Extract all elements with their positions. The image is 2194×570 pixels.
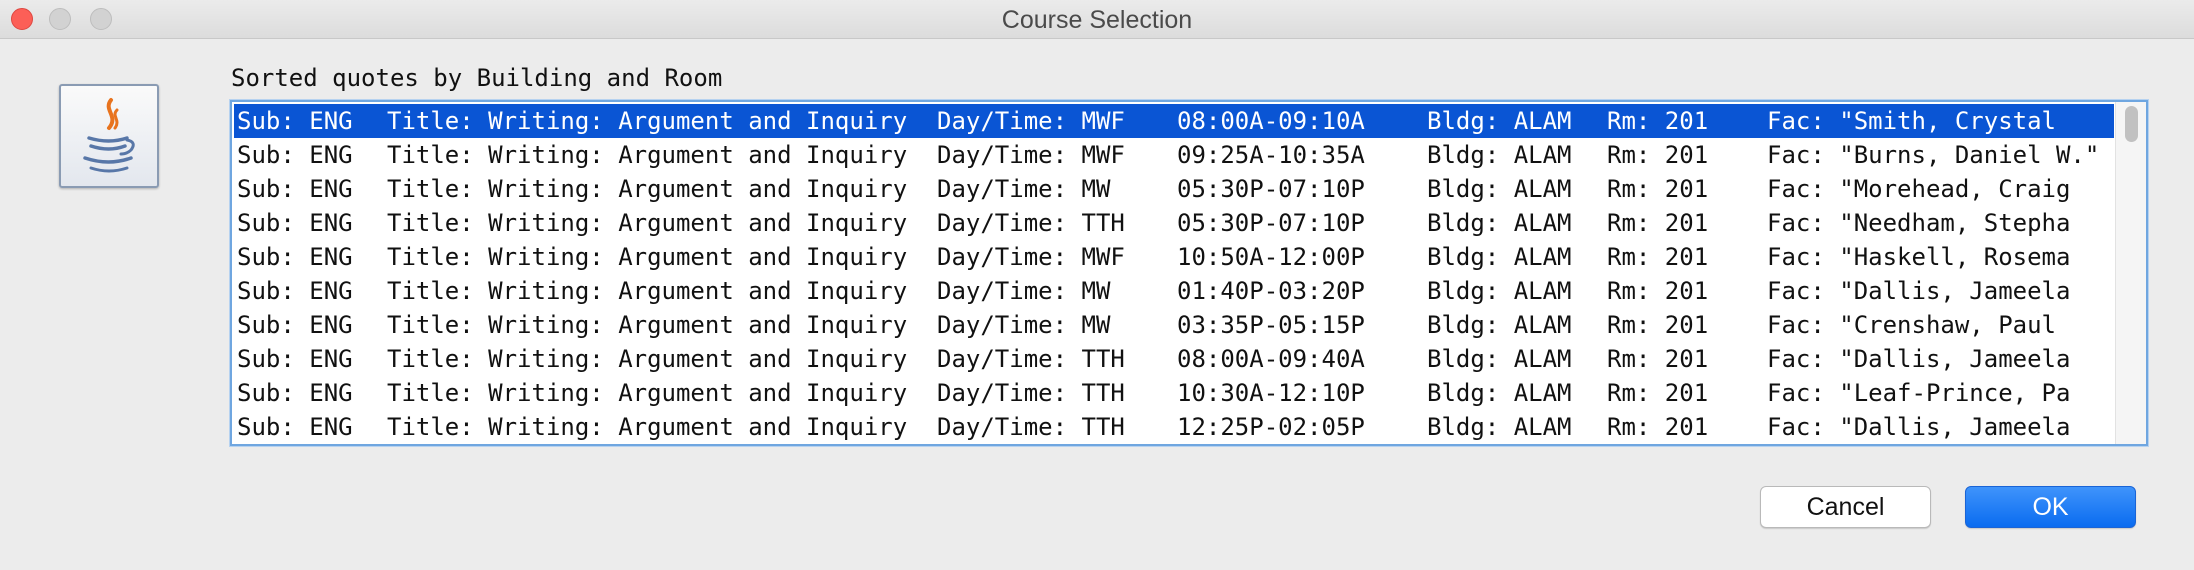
course-list-item[interactable]: Sub: ENG Title: Writing: Argument and Inq… (234, 376, 2114, 410)
course-sub-cell: Sub: ENG (237, 243, 353, 271)
course-sub-cell: Sub: ENG (237, 379, 353, 407)
course-bldg-cell: Bldg: ALAM (1427, 209, 1572, 237)
course-bldg-cell: Bldg: ALAM (1427, 141, 1572, 169)
course-day-cell: Day/Time: MWF (937, 141, 1125, 169)
ok-button[interactable]: OK (1965, 486, 2136, 528)
course-time-cell: 05:30P-07:10P (1177, 175, 1365, 203)
course-rm-cell: Rm: 201 (1607, 243, 1709, 271)
course-sub-cell: Sub: ENG (237, 413, 353, 441)
course-day-cell: Day/Time: TTH (937, 345, 1125, 373)
title-bar: Course Selection (0, 0, 2194, 39)
java-coffee-cup-icon (59, 84, 159, 188)
course-rm-cell: Rm: 201 (1607, 175, 1709, 203)
course-day-cell: Day/Time: MWF (937, 107, 1125, 135)
course-list-item[interactable]: Sub: ENG Title: Writing: Argument and Inq… (234, 104, 2114, 138)
course-list-item[interactable]: Sub: ENG Title: Writing: Argument and Inq… (234, 206, 2114, 240)
course-day-cell: Day/Time: MW (937, 311, 1111, 339)
course-list-item[interactable]: Sub: ENG Title: Writing: Argument and Inq… (234, 342, 2114, 376)
course-fac-cell: Fac: "Dallis, Jameela (1767, 345, 2071, 373)
course-bldg-cell: Bldg: ALAM (1427, 379, 1572, 407)
course-sub-cell: Sub: ENG (237, 141, 353, 169)
course-rm-cell: Rm: 201 (1607, 107, 1709, 135)
course-day-cell: Day/Time: MW (937, 277, 1111, 305)
course-time-cell: 10:30A-12:10P (1177, 379, 1365, 407)
cancel-button[interactable]: Cancel (1760, 486, 1931, 528)
course-title-cell: Title: Writing: Argument and Inquiry (387, 413, 908, 441)
course-title-cell: Title: Writing: Argument and Inquiry (387, 311, 908, 339)
course-bldg-cell: Bldg: ALAM (1427, 413, 1572, 441)
course-day-cell: Day/Time: MW (937, 175, 1111, 203)
course-bldg-cell: Bldg: ALAM (1427, 345, 1572, 373)
course-list-item[interactable]: Sub: ENG Title: Writing: Argument and Inq… (234, 410, 2114, 444)
window-title: Course Selection (1001, 6, 1193, 34)
course-list-item[interactable]: Sub: ENG Title: Writing: Argument and Inq… (234, 172, 2114, 206)
course-fac-cell: Fac: "Smith, Crystal (1767, 107, 2056, 135)
course-time-cell: 03:35P-05:15P (1177, 311, 1365, 339)
course-rm-cell: Rm: 201 (1607, 311, 1709, 339)
course-list[interactable]: Sub: ENG Title: Writing: Argument and Inq… (230, 100, 2148, 446)
course-time-cell: 08:00A-09:40A (1177, 345, 1365, 373)
course-rm-cell: Rm: 201 (1607, 345, 1709, 373)
course-sub-cell: Sub: ENG (237, 209, 353, 237)
course-time-cell: 10:50A-12:00P (1177, 243, 1365, 271)
course-bldg-cell: Bldg: ALAM (1427, 277, 1572, 305)
course-sub-cell: Sub: ENG (237, 277, 353, 305)
course-bldg-cell: Bldg: ALAM (1427, 311, 1572, 339)
course-title-cell: Title: Writing: Argument and Inquiry (387, 345, 908, 373)
course-fac-cell: Fac: "Needham, Stepha (1767, 209, 2071, 237)
course-day-cell: Day/Time: TTH (937, 379, 1125, 407)
course-day-cell: Day/Time: MWF (937, 243, 1125, 271)
course-sub-cell: Sub: ENG (237, 345, 353, 373)
dialog-message: Sorted quotes by Building and Room (231, 64, 723, 92)
course-day-cell: Day/Time: TTH (937, 209, 1125, 237)
course-list-rows: Sub: ENG Title: Writing: Argument and Inq… (234, 104, 2114, 444)
course-rm-cell: Rm: 201 (1607, 209, 1709, 237)
course-rm-cell: Rm: 201 (1607, 379, 1709, 407)
scrollbar-thumb[interactable] (2125, 106, 2138, 142)
course-list-item[interactable]: Sub: ENG Title: Writing: Argument and Inq… (234, 240, 2114, 274)
vertical-scrollbar[interactable] (2115, 102, 2146, 444)
course-title-cell: Title: Writing: Argument and Inquiry (387, 107, 908, 135)
course-title-cell: Title: Writing: Argument and Inquiry (387, 243, 908, 271)
course-fac-cell: Fac: "Dallis, Jameela (1767, 277, 2071, 305)
course-list-item[interactable]: Sub: ENG Title: Writing: Argument and Inq… (234, 274, 2114, 308)
course-rm-cell: Rm: 201 (1607, 277, 1709, 305)
course-time-cell: 08:00A-09:10A (1177, 107, 1365, 135)
course-rm-cell: Rm: 201 (1607, 413, 1709, 441)
course-title-cell: Title: Writing: Argument and Inquiry (387, 209, 908, 237)
course-title-cell: Title: Writing: Argument and Inquiry (387, 379, 908, 407)
course-fac-cell: Fac: "Haskell, Rosema (1767, 243, 2071, 271)
course-time-cell: 05:30P-07:10P (1177, 209, 1365, 237)
course-title-cell: Title: Writing: Argument and Inquiry (387, 141, 908, 169)
course-time-cell: 09:25A-10:35A (1177, 141, 1365, 169)
course-bldg-cell: Bldg: ALAM (1427, 107, 1572, 135)
course-time-cell: 01:40P-03:20P (1177, 277, 1365, 305)
course-sub-cell: Sub: ENG (237, 107, 353, 135)
course-fac-cell: Fac: "Dallis, Jameela (1767, 413, 2071, 441)
course-fac-cell: Fac: "Burns, Daniel W." (1767, 141, 2100, 169)
course-fac-cell: Fac: "Crenshaw, Paul (1767, 311, 2056, 339)
course-sub-cell: Sub: ENG (237, 311, 353, 339)
course-list-item[interactable]: Sub: ENG Title: Writing: Argument and Inq… (234, 138, 2114, 172)
course-sub-cell: Sub: ENG (237, 175, 353, 203)
course-bldg-cell: Bldg: ALAM (1427, 175, 1572, 203)
course-list-item[interactable]: Sub: ENG Title: Writing: Argument and Inq… (234, 308, 2114, 342)
course-fac-cell: Fac: "Morehead, Craig (1767, 175, 2071, 203)
course-fac-cell: Fac: "Leaf-Prince, Pa (1767, 379, 2071, 407)
course-bldg-cell: Bldg: ALAM (1427, 243, 1572, 271)
course-day-cell: Day/Time: TTH (937, 413, 1125, 441)
course-rm-cell: Rm: 201 (1607, 141, 1709, 169)
course-title-cell: Title: Writing: Argument and Inquiry (387, 175, 908, 203)
course-title-cell: Title: Writing: Argument and Inquiry (387, 277, 908, 305)
course-time-cell: 12:25P-02:05P (1177, 413, 1365, 441)
